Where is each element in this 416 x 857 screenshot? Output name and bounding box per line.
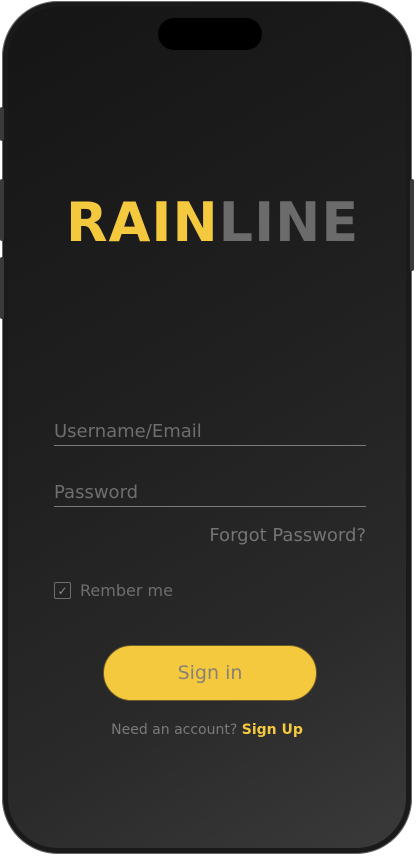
volume-down-button [0,257,4,319]
volume-up-button [0,179,4,241]
login-screen: RAINLINE Forgot Password? ✓ Rember me Si… [8,7,406,848]
dynamic-island [158,18,262,50]
need-account-text: Need an account? [111,722,238,738]
remember-me-label: Rember me [80,581,173,600]
remember-me-checkbox[interactable]: ✓ [54,582,71,599]
logo-part-line: LINE [218,191,360,254]
forgot-password-link[interactable]: Forgot Password? [209,525,366,546]
remember-me-row[interactable]: ✓ Rember me [54,581,173,600]
sign-in-button[interactable]: Sign in [103,645,317,701]
signup-row: Need an account? Sign Up [8,722,406,738]
phone-frame: RAINLINE Forgot Password? ✓ Rember me Si… [0,1,414,854]
logo-part-rain: RAIN [66,191,219,254]
username-input[interactable] [54,417,366,446]
power-button [410,179,414,271]
app-logo: RAINLINE [66,193,359,253]
action-button [0,107,4,141]
sign-up-link[interactable]: Sign Up [242,722,303,738]
password-input[interactable] [54,478,366,507]
check-icon: ✓ [57,583,68,598]
